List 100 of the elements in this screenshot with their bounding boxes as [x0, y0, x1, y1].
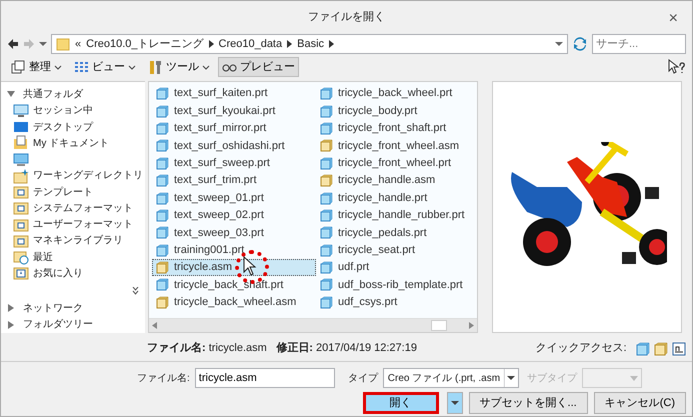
- file-item[interactable]: text_surf_trim.prt: [152, 172, 316, 190]
- file-item[interactable]: tricycle_handle.prt: [316, 189, 478, 207]
- file-item[interactable]: text_sweep_02.prt: [152, 206, 316, 224]
- file-item[interactable]: tricycle_back_wheel.prt: [316, 85, 478, 102]
- file-item[interactable]: tricycle_handle_rubber.prt: [316, 206, 478, 224]
- horizontal-scrollbar[interactable]: [149, 318, 477, 332]
- file-item[interactable]: tricycle_pedals.prt: [316, 224, 478, 242]
- toolbar-button[interactable]: ビュー: [70, 56, 140, 78]
- refresh-icon: [572, 36, 588, 52]
- path-overflow[interactable]: «: [75, 36, 82, 52]
- assembly-file-icon: [320, 139, 333, 152]
- file-item[interactable]: udf.prt: [316, 258, 478, 276]
- file-item[interactable]: text_surf_oshidashi.prt: [152, 137, 316, 155]
- caret-icon: [54, 64, 62, 70]
- sidebar-item[interactable]: テンプレート: [7, 184, 145, 200]
- part-file-icon: [156, 278, 169, 292]
- file-item[interactable]: tricycle_handle.asm: [316, 172, 478, 190]
- subtype-label: サブタイプ: [526, 372, 577, 386]
- dropdown-icon: [555, 41, 563, 47]
- sidebar-section[interactable]: 共通フォルダ: [7, 86, 145, 103]
- close-button[interactable]: ×: [664, 7, 682, 31]
- chevron-icon: [329, 40, 334, 48]
- sidebar-section[interactable]: フォルダツリー: [7, 316, 145, 334]
- sidebar-item[interactable]: デスクトップ: [7, 118, 145, 136]
- dropdown-icon: [39, 41, 47, 47]
- file-item[interactable]: text_surf_mirror.prt: [152, 120, 316, 138]
- path-segment[interactable]: Creo10_data: [218, 36, 282, 52]
- help-cursor-icon: [668, 59, 686, 75]
- file-item[interactable]: training001.prt: [152, 242, 316, 259]
- assembly-file-icon: [320, 174, 333, 188]
- part-file-icon: [156, 192, 169, 205]
- part-file-icon: [320, 104, 333, 118]
- sidebar-section[interactable]: ネットワーク: [7, 300, 145, 316]
- filename-info: ファイル名: tricycle.asm: [147, 340, 267, 356]
- caret-icon: [202, 64, 210, 70]
- toolbar-button[interactable]: 整理: [7, 56, 66, 78]
- scroll-left-icon: [152, 322, 157, 329]
- dialog-button[interactable]: キャンセル(C): [594, 392, 686, 414]
- part-file-icon: [320, 87, 333, 100]
- assembly-file-icon: [156, 296, 169, 309]
- file-item[interactable]: tricycle.asm: [152, 258, 316, 276]
- sidebar-item[interactable]: 最近: [7, 248, 145, 266]
- chevron-icon: [287, 40, 292, 48]
- type-label: タイプ: [348, 372, 378, 386]
- part-file-icon: [156, 174, 169, 188]
- part-file-icon: [156, 244, 169, 257]
- clock-folder-icon: [13, 249, 29, 266]
- file-item[interactable]: text_surf_kyoukai.prt: [152, 102, 316, 120]
- part-file-icon: [320, 278, 333, 292]
- sidebar-item[interactable]: マネキンライブラリ: [7, 232, 145, 249]
- dialog-button[interactable]: サブセットを開く...: [468, 392, 588, 414]
- folder-icon: [13, 184, 29, 200]
- file-item[interactable]: tricycle_back_wheel.asm: [152, 294, 316, 312]
- file-item[interactable]: tricycle_body.prt: [316, 102, 478, 120]
- part-file-icon: [320, 244, 333, 257]
- drawing-file-icon[interactable]: [672, 342, 686, 356]
- dropdown-icon: [630, 376, 638, 380]
- modified-info: 修正日: 2017/04/19 12:27:19: [276, 341, 417, 356]
- file-item[interactable]: text_sweep_03.prt: [152, 224, 316, 242]
- file-item[interactable]: text_sweep_01.prt: [152, 189, 316, 207]
- address-bar[interactable]: « Creo10.0_トレーニング Creo10_data Basic: [51, 34, 568, 54]
- file-item[interactable]: tricycle_back_shaft.prt: [152, 276, 316, 294]
- file-item[interactable]: text_surf_sweep.prt: [152, 154, 316, 172]
- sidebar-item[interactable]: システムフォーマット: [7, 200, 145, 216]
- file-item[interactable]: udf_csys.prt: [316, 294, 478, 312]
- forward-icon: [23, 38, 35, 50]
- folder-icon: [13, 200, 29, 216]
- sidebar-item[interactable]: セッション中: [7, 102, 145, 119]
- sidebar-item[interactable]: ワーキングディレクトリ: [7, 168, 145, 184]
- folder-icon: [13, 216, 29, 233]
- toolbar-button[interactable]: ツール: [144, 56, 214, 78]
- open-button[interactable]: 開く: [362, 392, 439, 414]
- mouse-cursor-icon: [243, 256, 257, 276]
- sidebar-item[interactable]: お気に入り: [7, 265, 145, 282]
- dropdown-button[interactable]: [446, 392, 463, 414]
- part-file-icon: [320, 261, 333, 274]
- scrollbar-thumb[interactable]: [431, 320, 447, 331]
- search-field[interactable]: サーチ...: [592, 34, 686, 54]
- type-dropdown[interactable]: Creo ファイル (.prt, .asm: [382, 368, 520, 388]
- file-item[interactable]: udf_boss-rib_template.prt: [316, 276, 478, 294]
- file-item[interactable]: text_surf_kaiten.prt: [152, 85, 316, 102]
- file-item[interactable]: tricycle_seat.prt: [316, 242, 478, 259]
- chevron-icon: [208, 40, 214, 48]
- toolbar-button[interactable]: プレビュー: [218, 56, 299, 78]
- file-item[interactable]: tricycle_front_wheel.prt: [316, 154, 478, 172]
- path-segment[interactable]: Basic: [297, 36, 324, 52]
- part-file-icon[interactable]: [636, 342, 650, 356]
- path-segment[interactable]: Creo10.0_トレーニング: [86, 36, 204, 52]
- part-file-icon: [320, 192, 333, 205]
- filename-label: ファイル名:: [137, 372, 190, 386]
- file-item[interactable]: tricycle_front_shaft.prt: [316, 120, 478, 138]
- filename-field[interactable]: tricycle.asm: [194, 368, 335, 388]
- part-file-icon: [320, 208, 333, 222]
- sidebar-item[interactable]: My ドキュメント: [7, 135, 145, 152]
- part-file-icon: [320, 296, 333, 309]
- grid-icon: [74, 60, 89, 74]
- star-folder-icon: [13, 265, 29, 282]
- file-item[interactable]: tricycle_front_wheel.asm: [316, 137, 478, 155]
- part-file-icon: [156, 139, 169, 152]
- sidebar-item[interactable]: ユーザーフォーマット: [7, 216, 145, 233]
